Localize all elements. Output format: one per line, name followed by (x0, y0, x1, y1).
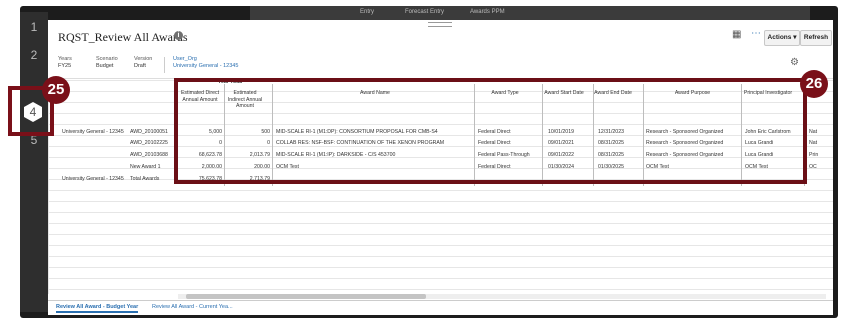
row-award-id[interactable]: AWD_20100051 (130, 129, 174, 135)
left-rail: 1 2 5 (20, 12, 48, 312)
pov-years[interactable]: Years FY25 (58, 56, 72, 70)
top-tab[interactable]: Forecast Entry (405, 9, 444, 15)
row-award-id[interactable]: New Award 1 (130, 164, 174, 170)
pov-user-org[interactable]: User_Org University General - 12345 (173, 56, 238, 70)
pov-label: Version (134, 56, 153, 62)
pov-scenario[interactable]: Scenario Budget (96, 56, 118, 70)
top-tab[interactable]: Awards PPM (470, 9, 505, 15)
refresh-button[interactable]: Refresh (800, 30, 832, 46)
row-award-id[interactable]: AWD_20103688 (130, 152, 174, 158)
top-tab[interactable]: Entry (360, 9, 374, 15)
cell-extra[interactable]: OC (809, 164, 823, 170)
row-award-id: Total Awards (130, 176, 160, 182)
row-org: University General - 12345 (62, 176, 124, 182)
callout-highlight-box (174, 78, 807, 184)
pov-value: FY25 (58, 63, 72, 69)
scroll-thumb[interactable] (186, 294, 426, 299)
more-options-icon[interactable]: ⋯ (751, 28, 761, 39)
pov-label: Scenario (96, 56, 118, 62)
actions-button[interactable]: Actions ▾ (764, 30, 800, 46)
page-title: RQST_Review All Awards (58, 30, 188, 44)
callout-badge-25: 25 (42, 76, 70, 104)
gear-icon[interactable]: ⚙ (790, 57, 799, 68)
pov-version[interactable]: Version Draft (134, 56, 152, 70)
top-tab-strip: Entry Forecast Entry Awards PPM (250, 6, 810, 20)
divider (164, 57, 165, 73)
cell-extra[interactable]: Prin (809, 152, 823, 158)
pov-label: Years (58, 56, 72, 62)
pov-value: University General - 12345 (173, 63, 239, 69)
rail-step-2[interactable]: 2 (20, 48, 48, 62)
horizontal-scrollbar[interactable] (178, 294, 826, 299)
pov-label: User_Org (173, 56, 197, 62)
row-org: University General - 12345 (62, 129, 124, 135)
cell-extra[interactable]: Nat (809, 129, 823, 135)
tab-budget-year[interactable]: Review All Award - Budget Year (56, 304, 139, 313)
row-award-id[interactable]: AWD_20102225 (130, 140, 174, 146)
pov-value: Budget (96, 63, 114, 69)
pov-value: Draft (134, 63, 146, 69)
cell-extra[interactable]: Nat (809, 140, 823, 146)
tab-current-year[interactable]: Review All Award - Current Yea... (152, 304, 233, 310)
bottom-tab-bar: Review All Award - Budget Year Review Al… (48, 300, 833, 315)
export-icon[interactable]: ▦ (732, 29, 741, 40)
drag-handle-icon[interactable] (428, 22, 452, 27)
info-icon[interactable]: i (174, 31, 183, 40)
rail-step-1[interactable]: 1 (20, 20, 48, 34)
callout-badge-26: 26 (800, 70, 828, 98)
